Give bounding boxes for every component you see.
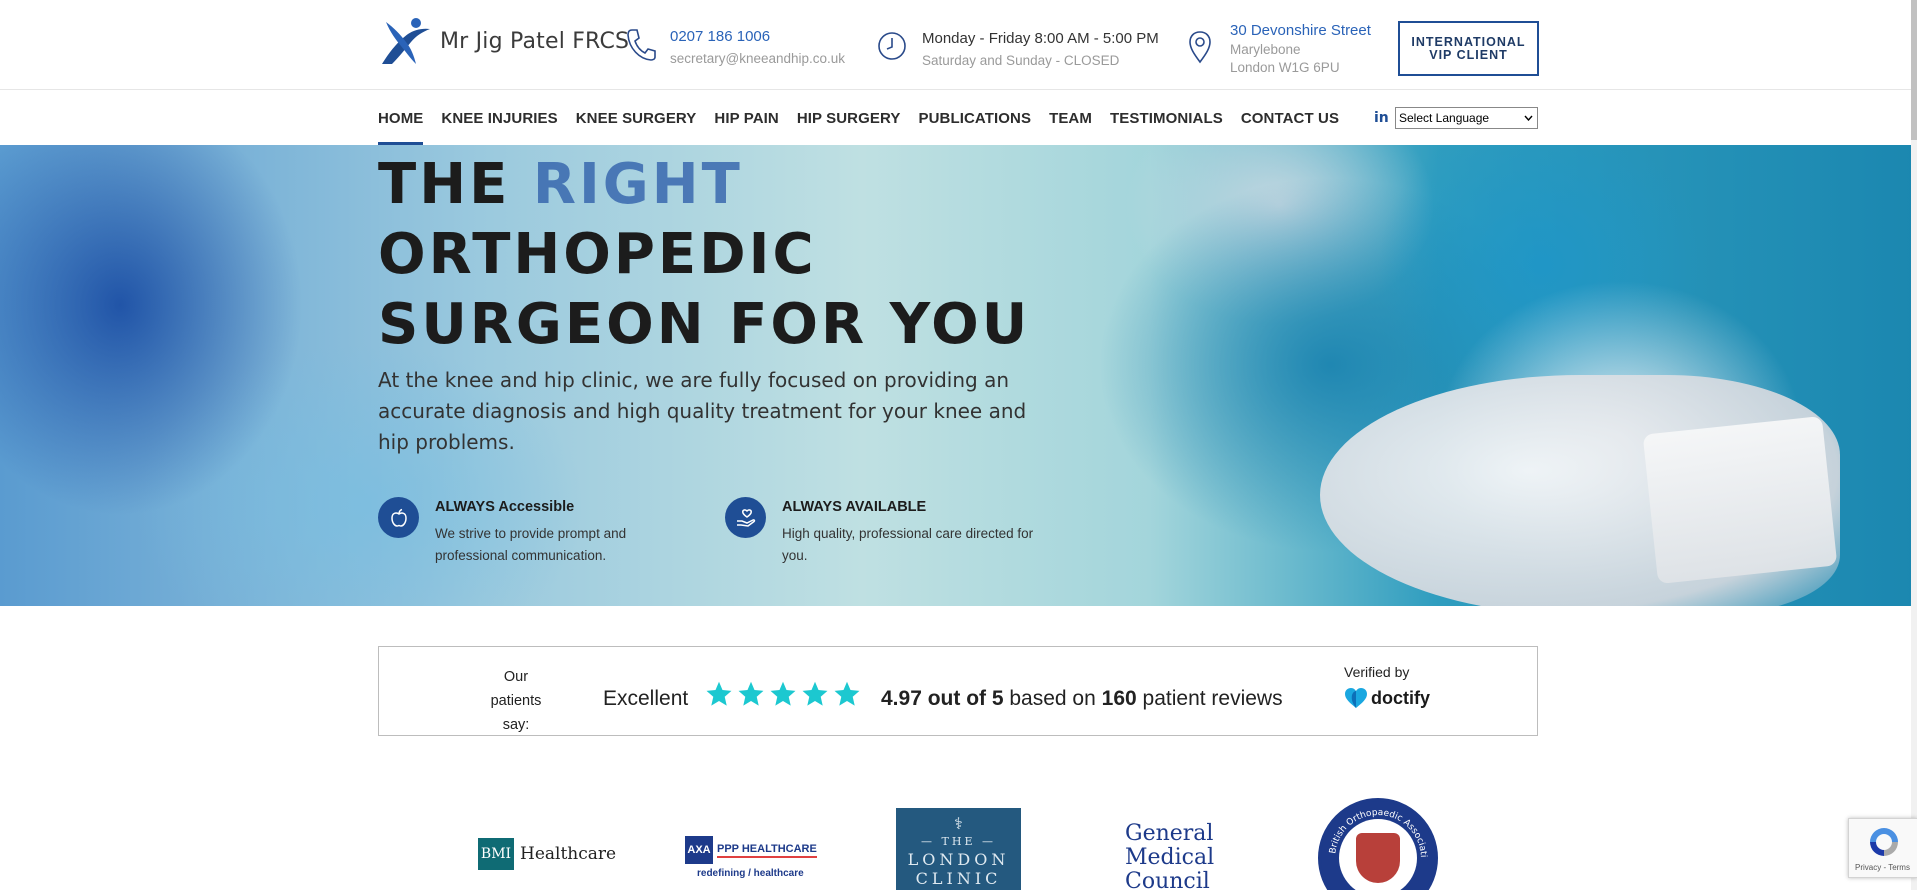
recaptcha-icon [1870,828,1898,856]
language-select[interactable]: Select Language [1395,107,1538,129]
feature-accessible: ALWAYS Accessible We strive to provide p… [378,497,678,567]
star-icon [706,681,732,706]
axa-name: PPP HEALTHCARE [717,843,817,858]
phone-contact: 0207 186 1006 secretary@kneeandhip.co.uk [624,26,845,66]
care-hand-icon [725,497,766,538]
doctify-text: doctify [1371,687,1431,708]
axa-ppp-healthcare-logo[interactable]: AXA PPP HEALTHCARE redefining / healthca… [685,836,817,879]
star-icon [802,681,828,706]
hero-title: THE RIGHT ORTHOPEDIC SURGEON FOR YOU [378,150,1030,360]
address-city: London W1G 6PU [1230,60,1340,75]
doctify-heart-icon [1345,688,1367,708]
hero-title-accent: RIGHT [532,152,743,217]
address: 30 Devonshire Street Marylebone London W… [1184,20,1371,75]
verified-by-label: Verified by [1344,664,1410,680]
linkedin-icon[interactable]: in [1374,110,1389,126]
location-pin-icon [1189,31,1211,64]
recaptcha-links[interactable]: Privacy - Terms [1855,863,1910,872]
clock-icon [878,32,906,60]
nav-item-publications[interactable]: PUBLICATIONS [918,91,1031,145]
doctify-logo[interactable]: doctify [1344,687,1430,709]
email-link[interactable]: secretary@kneeandhip.co.uk [670,51,845,66]
address-area: Marylebone [1230,42,1301,57]
bmi-box: BMI [478,838,514,870]
hours-weekend: Saturday and Sunday - CLOSED [922,53,1120,68]
chevron-down-icon [1524,115,1533,121]
general-medical-council-logo[interactable]: General Medical Council [1125,822,1214,890]
vip-button-line2: VIP CLIENT [1429,47,1508,62]
rating-word: Excellent [603,687,689,710]
opening-hours: Monday - Friday 8:00 AM - 5:00 PM Saturd… [876,28,1159,68]
site-logo[interactable]: Mr Jig Patel FRCS [378,14,629,68]
star-rating [705,680,861,708]
gmc-line2: Medical [1125,845,1215,870]
hero-subtitle: At the knee and hip clinic, we are fully… [378,368,1027,454]
vip-button-line1: INTERNATIONAL [1411,34,1526,49]
reviews-widget[interactable]: Our patients say: Excellent 4.97 out of … [378,646,1538,736]
gmc-line1: General [1125,821,1214,846]
nav-item-testimonials[interactable]: TESTIMONIALS [1110,91,1223,145]
partner-logos: BMI Healthcare AXA PPP HEALTHCARE redefi… [0,790,1917,890]
star-icon [834,681,860,706]
nav-item-knee-surgery[interactable]: KNEE SURGERY [576,91,697,145]
nav-item-hip-surgery[interactable]: HIP SURGERY [797,91,901,145]
top-header: Mr Jig Patel FRCS 0207 186 1006 secretar… [0,0,1917,90]
nav-item-team[interactable]: TEAM [1049,91,1092,145]
score-value: 4.97 out of 5 [881,687,1004,710]
bmi-text: Healthcare [520,844,617,864]
nav-item-home[interactable]: HOME [378,91,424,145]
reviews-intro-line2: patients say: [490,693,542,733]
london-clinic-logo[interactable]: ⚕ — THE — LONDON CLINIC [896,808,1021,890]
bmi-healthcare-logo[interactable]: BMI Healthcare [478,838,616,870]
score-based-on: based on [1009,687,1096,710]
hero-title-word1: THE [378,152,511,217]
main-navigation: HOME KNEE INJURIES KNEE SURGERY HIP PAIN… [0,91,1917,145]
phone-icon [627,29,656,61]
international-vip-client-button[interactable]: INTERNATIONAL VIP CLIENT [1398,21,1539,76]
british-orthopaedic-association-logo[interactable]: British Orthopaedic Association [1318,798,1438,890]
feature-title: ALWAYS Accessible [435,499,575,515]
feature-text: We strive to provide prompt and professi… [435,526,627,563]
coat-of-arms-icon [1356,833,1400,883]
phone-number-link[interactable]: 0207 186 1006 [670,28,845,45]
review-suffix: patient reviews [1142,687,1283,710]
london-clinic-name: LONDON CLINIC [907,850,1010,888]
hours-weekday: Monday - Friday 8:00 AM - 5:00 PM [922,30,1159,47]
review-score: 4.97 out of 5 based on 160 patient revie… [881,687,1283,711]
star-icon [738,681,764,706]
hero-title-line3: SURGEON FOR YOU [378,292,1031,357]
star-icon [770,681,796,706]
gmc-line3: Council [1125,869,1210,890]
scrollbar-thumb[interactable] [1911,0,1917,140]
nav-item-knee-injuries[interactable]: KNEE INJURIES [441,91,557,145]
logo-text: Mr Jig Patel FRCS [440,28,630,54]
hero-title-line2: ORTHOPEDIC [378,222,817,287]
boa-inner [1339,819,1417,890]
caduceus-icon: ⚕ [954,814,963,833]
feature-title: ALWAYS AVAILABLE [782,499,927,515]
recaptcha-badge[interactable]: Privacy - Terms [1848,818,1917,878]
address-street-link[interactable]: 30 Devonshire Street [1230,22,1371,39]
nav-item-hip-pain[interactable]: HIP PAIN [714,91,778,145]
logo-figure-icon [382,18,430,64]
london-clinic-the: — THE — [921,835,996,848]
reviews-intro-line1: Our [503,669,529,685]
hero-image-cuff [1642,416,1838,584]
language-select-value: Select Language [1399,111,1490,125]
nav-item-contact-us[interactable]: CONTACT US [1241,91,1339,145]
reviews-intro: Our patients say: [481,665,551,737]
apple-icon [378,497,419,538]
axa-tagline: redefining / healthcare [697,868,804,879]
axa-box: AXA [685,836,713,864]
review-count: 160 [1101,687,1137,710]
feature-text: High quality, professional care directed… [782,526,1034,563]
feature-available: ALWAYS AVAILABLE High quality, professio… [725,497,1045,567]
